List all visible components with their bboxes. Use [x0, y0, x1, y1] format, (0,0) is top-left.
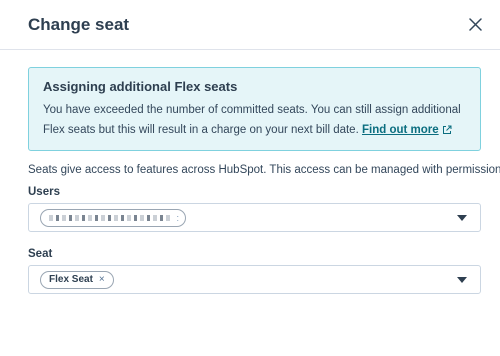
flex-seat-alert: Assigning additional Flex seats You have… — [28, 67, 481, 151]
find-out-more-link[interactable]: Find out more — [362, 120, 452, 140]
dialog-header: Change seat — [0, 0, 500, 50]
users-select[interactable]: : — [28, 203, 481, 232]
external-link-icon — [442, 125, 452, 134]
users-selected-values: : — [40, 208, 456, 227]
alert-title: Assigning additional Flex seats — [43, 79, 238, 94]
dialog-title: Change seat — [28, 14, 130, 34]
seat-selected-values: Flex Seat × — [40, 270, 456, 289]
caret-down-icon — [456, 276, 468, 284]
seat-select[interactable]: Flex Seat × — [28, 265, 481, 294]
flex-seat-tag-remove-button[interactable]: × — [99, 274, 105, 285]
flex-seat-tag: Flex Seat × — [40, 270, 114, 289]
flex-seat-tag-label: Flex Seat — [49, 274, 93, 285]
close-icon — [468, 18, 482, 31]
user-tag-remove-button[interactable]: : — [176, 213, 179, 223]
close-button[interactable] — [462, 12, 488, 38]
users-label: Users — [28, 186, 60, 198]
change-seat-dialog: Change seat Assigning additional Flex se… — [0, 0, 500, 356]
user-tag: : — [40, 208, 186, 227]
dialog-body: Assigning additional Flex seats You have… — [0, 50, 500, 294]
find-out-more-label: Find out more — [361, 124, 439, 136]
seats-info-text: Seats give access to features across Hub… — [28, 164, 500, 176]
seat-label: Seat — [28, 248, 53, 260]
redacted-user-name — [49, 214, 171, 221]
caret-down-icon — [456, 214, 468, 222]
alert-body: You have exceeded the number of committe… — [43, 100, 466, 140]
